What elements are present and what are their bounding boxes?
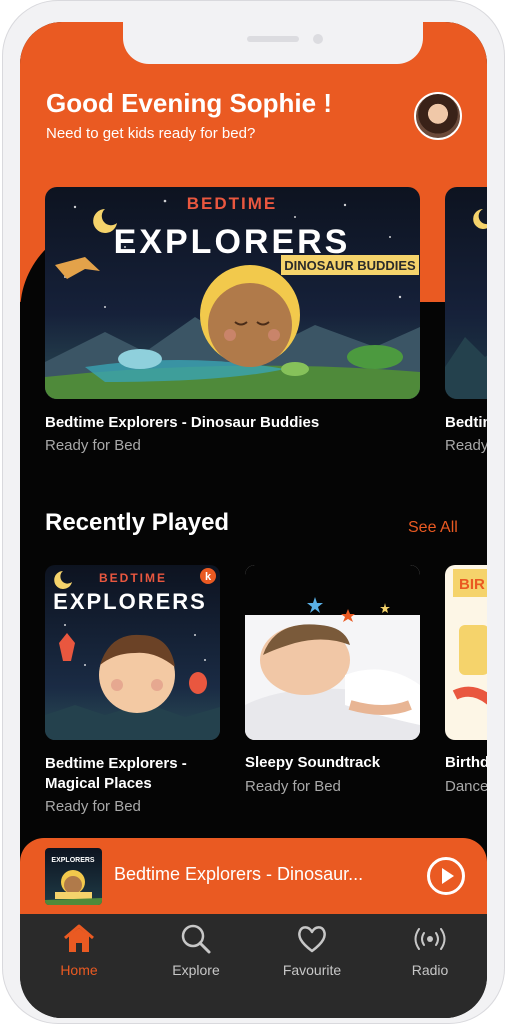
play-icon (442, 868, 454, 884)
featured-card-subtitle: Ready for Bed (45, 437, 141, 454)
art-brand: BEDTIME (99, 571, 167, 585)
recent-next-subtitle: Dance (445, 778, 487, 795)
section-title: Recently Played (45, 509, 230, 536)
play-button[interactable] (427, 857, 465, 895)
bottom-nav: Home Explore Favourite Radio (20, 914, 487, 1018)
recent-card-subtitle: Ready for Bed (45, 798, 141, 815)
art-brand: BEDTIME (187, 194, 278, 213)
recent-card-next[interactable]: BIR (445, 565, 487, 740)
recent-next-artwork: BIR (452, 569, 487, 705)
featured-next-title[interactable]: Bedtime Explorers (445, 414, 487, 431)
mini-player-artwork: EXPLORERS (45, 848, 102, 905)
nav-label: Explore (172, 962, 220, 978)
nav-label: Radio (411, 962, 449, 978)
recent-artwork: k BEDTIME EXPLORERS (45, 568, 220, 740)
corner-badge: k (205, 571, 212, 583)
art-banner: BIR (459, 576, 485, 593)
home-icon (64, 924, 94, 952)
featured-next-subtitle: Ready for Bed (445, 437, 487, 454)
see-all-link[interactable]: See All (408, 519, 458, 537)
mini-player[interactable]: EXPLORERS Bedtime Explorers - Dinosaur..… (20, 838, 487, 914)
nav-radio[interactable]: Radio (385, 922, 475, 978)
recent-artwork (245, 565, 420, 740)
mini-player-title[interactable]: Bedtime Explorers - Dinosaur... (114, 864, 363, 885)
featured-next-artwork (445, 209, 487, 399)
avatar[interactable] (414, 92, 462, 140)
nav-explore[interactable]: Explore (151, 922, 241, 978)
nav-favourite[interactable]: Favourite (267, 922, 357, 978)
art-badge: DINOSAUR BUDDIES (284, 258, 416, 273)
featured-card-title[interactable]: Bedtime Explorers - Dinosaur Buddies (45, 414, 319, 431)
mini-artwork-graphic: EXPLORERS (45, 857, 102, 905)
device-notch (123, 22, 423, 64)
radio-icon (414, 928, 446, 950)
featured-artwork: BEDTIME EXPLORERS DINOSAUR BUDDIES (45, 194, 420, 399)
art-series: EXPLORERS (53, 589, 207, 614)
recent-card[interactable]: k BEDTIME EXPLORERS (45, 565, 220, 740)
speaker-grille (247, 36, 299, 42)
recent-card-title[interactable]: Sleepy Soundtrack (245, 754, 380, 771)
recent-card-title[interactable]: Bedtime Explorers - Magical Places (45, 754, 220, 794)
greeting-subtitle: Need to get kids ready for bed? (46, 125, 256, 142)
greeting-title: Good Evening Sophie ! (46, 88, 332, 118)
search-icon (181, 924, 211, 954)
recent-next-title[interactable]: Birthday (445, 754, 487, 771)
nav-home[interactable]: Home (34, 922, 124, 978)
nav-label: Home (60, 962, 98, 978)
mini-art-text: EXPLORERS (51, 857, 95, 864)
featured-card-next[interactable] (445, 187, 487, 399)
nav-label: Favourite (282, 962, 342, 978)
featured-card[interactable]: BEDTIME EXPLORERS DINOSAUR BUDDIES (45, 187, 420, 399)
recent-card-subtitle: Ready for Bed (245, 778, 341, 795)
camera-dot (313, 34, 323, 44)
app-screen: Good Evening Sophie ! Need to get kids r… (20, 22, 487, 1018)
heart-icon (298, 926, 326, 953)
recent-card[interactable] (245, 565, 420, 740)
